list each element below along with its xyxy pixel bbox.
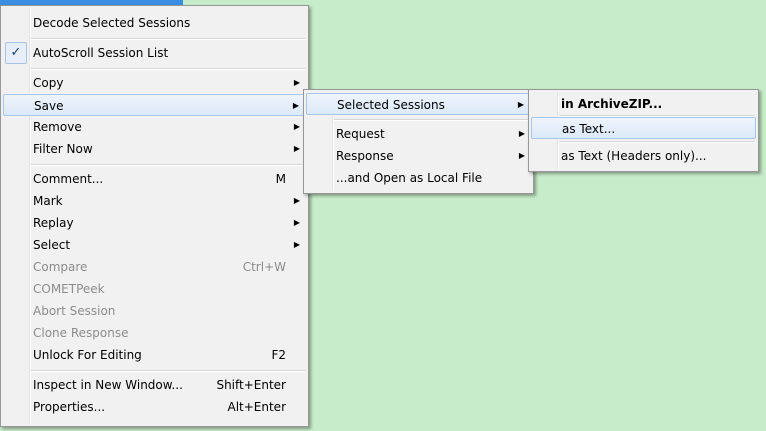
menu-item-selected-sessions[interactable]: Selected Sessions ▶ (306, 93, 531, 115)
menu-item-label: AutoScroll Session List (33, 46, 169, 60)
menu-separator (334, 119, 530, 121)
menu-item-label: Filter Now (33, 142, 93, 156)
menu-item-filter-now[interactable]: Filter Now ▶ (3, 138, 306, 160)
menu-item-label: Clone Response (33, 326, 129, 340)
menu-item-shortcut: M (275, 172, 286, 186)
menu-item-as-text-headers-only[interactable]: as Text (Headers only)... (531, 145, 756, 167)
menu-item-label: Unlock For Editing (33, 348, 142, 362)
submenu-arrow-icon: ▶ (293, 78, 300, 87)
menu-item-label: Abort Session (33, 304, 116, 318)
submenu-arrow-icon: ▶ (293, 218, 300, 227)
menu-item-compare[interactable]: Compare Ctrl+W (3, 256, 306, 278)
menu-item-shortcut: F2 (271, 348, 286, 362)
submenu-arrow-icon: ▶ (518, 151, 525, 160)
menu-item-shortcut: Ctrl+W (242, 260, 286, 274)
submenu-arrow-icon: ▶ (517, 100, 524, 109)
menu-item-label: Copy (33, 76, 64, 90)
menu-item-label: Inspect in New Window... (33, 378, 183, 392)
menu-item-inspect-in-new-window[interactable]: Inspect in New Window... Shift+Enter (3, 374, 306, 396)
menu-item-label: Save (34, 99, 64, 113)
context-menu: Decode Selected Sessions ✓ AutoScroll Se… (0, 5, 309, 427)
menu-item-save[interactable]: Save ▶ (3, 94, 306, 116)
menu-item-shortcut: Alt+Enter (227, 400, 286, 414)
menu-item-label: Replay (33, 216, 74, 230)
menu-item-as-text[interactable]: as Text... (531, 117, 756, 139)
menu-item-label: Remove (33, 120, 82, 134)
menu-item-label: Properties... (33, 400, 106, 414)
menu-separator (31, 370, 305, 372)
menu-item-mark[interactable]: Mark ▶ (3, 190, 306, 212)
menu-item-label: Decode Selected Sessions (33, 16, 191, 30)
menu-item-request[interactable]: Request ▶ (306, 123, 531, 145)
menu-item-decode-selected-sessions[interactable]: Decode Selected Sessions (3, 12, 306, 34)
menu-item-unlock-for-editing[interactable]: Unlock For Editing F2 (3, 344, 306, 366)
menu-item-replay[interactable]: Replay ▶ (3, 212, 306, 234)
submenu-arrow-icon: ▶ (293, 196, 300, 205)
submenu-arrow-icon: ▶ (518, 129, 525, 138)
menu-item-label: Select (33, 238, 71, 252)
submenu-arrow-icon: ▶ (292, 101, 299, 110)
menu-item-autoscroll-session-list[interactable]: ✓ AutoScroll Session List (3, 42, 306, 64)
checkmark-icon: ✓ (5, 42, 27, 64)
menu-item-clone-response[interactable]: Clone Response (3, 322, 306, 344)
menu-item-copy[interactable]: Copy ▶ (3, 72, 306, 94)
menu-item-label: Response (336, 149, 394, 163)
submenu-arrow-icon: ▶ (293, 122, 300, 131)
menu-item-select[interactable]: Select ▶ (3, 234, 306, 256)
menu-item-shortcut: Shift+Enter (216, 378, 286, 392)
menu-item-in-archivezip[interactable]: in ArchiveZIP... (531, 93, 756, 115)
menu-separator (31, 38, 305, 40)
menu-item-label: Compare (33, 260, 88, 274)
menu-item-and-open-as-local-file[interactable]: ...and Open as Local File (306, 167, 531, 189)
menu-item-cometpeek[interactable]: COMETPeek (3, 278, 306, 300)
menu-item-label: COMETPeek (33, 282, 105, 296)
menu-item-label: as Text (Headers only)... (561, 149, 707, 163)
submenu-arrow-icon: ▶ (293, 240, 300, 249)
menu-item-label: Request (336, 127, 385, 141)
menu-item-abort-session[interactable]: Abort Session (3, 300, 306, 322)
menu-item-comment[interactable]: Comment... M (3, 168, 306, 190)
menu-separator (31, 164, 305, 166)
menu-separator (31, 68, 305, 70)
menu-separator (559, 141, 755, 143)
menu-item-label: ...and Open as Local File (336, 171, 483, 185)
selected-sessions-submenu: in ArchiveZIP... as Text... as Text (Hea… (528, 89, 759, 172)
submenu-arrow-icon: ▶ (293, 144, 300, 153)
menu-item-label: as Text... (562, 122, 616, 136)
menu-item-remove[interactable]: Remove ▶ (3, 116, 306, 138)
menu-item-label: in ArchiveZIP... (561, 97, 663, 111)
menu-item-response[interactable]: Response ▶ (306, 145, 531, 167)
menu-item-properties[interactable]: Properties... Alt+Enter (3, 396, 306, 418)
save-submenu: Selected Sessions ▶ Request ▶ Response ▶… (303, 89, 534, 194)
menu-item-label: Comment... (33, 172, 104, 186)
menu-item-label: Selected Sessions (337, 98, 445, 112)
menu-item-label: Mark (33, 194, 63, 208)
